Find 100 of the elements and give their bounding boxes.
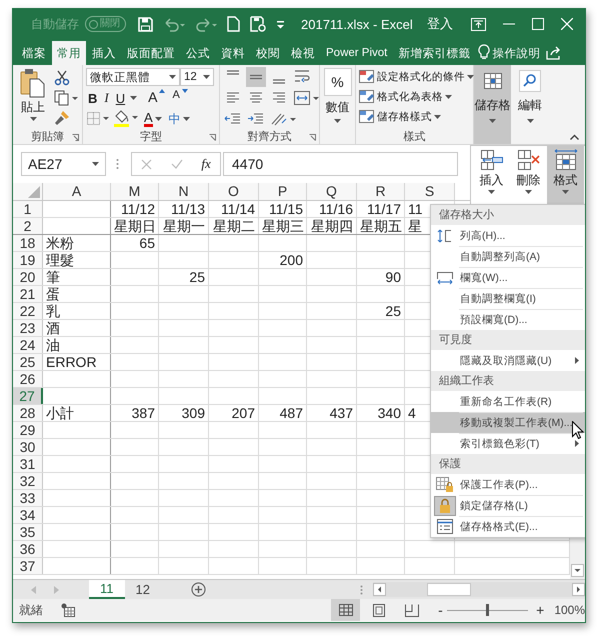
row-header[interactable]: 30 xyxy=(13,439,43,455)
styles-menu-button[interactable]: 儲存格樣式 xyxy=(359,108,470,125)
row-header[interactable]: 36 xyxy=(13,541,43,557)
styles-menu-button[interactable]: 設定格式化的條件 xyxy=(359,68,470,85)
row-header[interactable]: 28 xyxy=(13,405,43,421)
ribbon-tab[interactable]: 檢視 xyxy=(286,41,320,65)
row-header[interactable]: 20 xyxy=(13,269,43,285)
row-header[interactable]: 21 xyxy=(13,286,43,302)
zoom-out-button[interactable]: - xyxy=(438,602,443,618)
sign-in-button[interactable]: 登入 xyxy=(426,15,453,33)
grow-font-button[interactable]: A xyxy=(146,89,168,107)
menu-item[interactable]: 自動調整列高(A) xyxy=(431,246,585,267)
number-button[interactable]: 數值 xyxy=(326,99,350,123)
row-header[interactable]: 35 xyxy=(13,524,43,540)
ribbon-tab[interactable]: 資料 xyxy=(216,41,250,65)
checkmark-icon[interactable] xyxy=(170,159,183,169)
column-header[interactable]: O xyxy=(209,183,259,200)
macro-record-icon[interactable] xyxy=(61,603,75,617)
fill-color-icon[interactable] xyxy=(113,110,139,128)
lightbulb-icon[interactable] xyxy=(478,44,490,60)
shrink-font-button[interactable]: A xyxy=(170,89,190,107)
borders-icon[interactable] xyxy=(86,111,110,127)
font-size-field[interactable]: 12 xyxy=(180,68,214,86)
cells-panel-button[interactable]: 刪除 xyxy=(510,146,547,206)
sheet-tab[interactable]: 11 xyxy=(89,580,124,599)
column-header[interactable]: P xyxy=(259,183,307,200)
ribbon-tab[interactable]: 公式 xyxy=(181,41,215,65)
menu-item[interactable]: 移動或複製工作表(M)... xyxy=(431,412,585,433)
editing-button[interactable]: 編輯 xyxy=(513,65,547,144)
scroll-right-icon[interactable] xyxy=(572,583,585,596)
zoom-slider-thumb[interactable] xyxy=(486,604,490,616)
scroll-left-icon[interactable] xyxy=(372,583,386,596)
column-header[interactable]: N xyxy=(159,183,209,200)
redo-icon[interactable] xyxy=(195,16,217,32)
caret-icon[interactable] xyxy=(130,96,138,100)
ribbon-tab[interactable]: 版面配置 xyxy=(122,41,180,65)
scissors-icon[interactable] xyxy=(54,70,70,86)
row-header[interactable]: 18 xyxy=(13,235,43,251)
italic-button[interactable]: I xyxy=(102,89,111,107)
ribbon-tab[interactable]: 常用 xyxy=(52,41,86,65)
column-header[interactable]: S xyxy=(405,183,455,200)
name-box[interactable]: AE27 xyxy=(21,152,106,176)
row-header[interactable]: 31 xyxy=(13,456,43,472)
align-middle-icon[interactable] xyxy=(246,67,266,87)
row-header[interactable]: 25 xyxy=(13,354,43,370)
row-header[interactable]: 23 xyxy=(13,320,43,336)
split-handle-icon[interactable] xyxy=(360,584,363,594)
row-header[interactable]: 33 xyxy=(13,490,43,506)
styles-menu-button[interactable]: 格式化為表格 xyxy=(359,88,470,105)
maximize-icon[interactable] xyxy=(532,18,544,30)
menu-item[interactable]: 欄寬(W)... xyxy=(431,267,585,288)
add-sheet-icon[interactable] xyxy=(190,582,206,597)
column-header[interactable]: A xyxy=(43,183,111,200)
sheet-tab[interactable]: 12 xyxy=(124,580,161,599)
tell-me-button[interactable]: 操作說明 xyxy=(492,41,540,65)
paste-button[interactable]: 貼上 xyxy=(16,68,50,128)
copy-icon[interactable] xyxy=(54,90,78,106)
format-painter-icon[interactable] xyxy=(54,110,70,126)
collapse-ribbon-icon[interactable] xyxy=(570,134,579,140)
normal-view-button[interactable] xyxy=(331,599,360,621)
scroll-down-icon[interactable] xyxy=(571,564,584,577)
font-color-button[interactable]: A xyxy=(142,110,164,128)
row-header[interactable]: 22 xyxy=(13,303,43,319)
row-header[interactable]: 2 xyxy=(13,218,43,234)
menu-item[interactable]: 儲存格格式(E)... xyxy=(431,516,585,537)
menu-item[interactable]: 自動調整欄寬(I) xyxy=(431,288,585,309)
menu-item[interactable]: 鎖定儲存格(L) xyxy=(431,495,585,516)
underline-button[interactable]: U xyxy=(114,89,128,107)
row-header[interactable]: 34 xyxy=(13,507,43,523)
menu-item[interactable]: 保護工作表(P)... xyxy=(431,474,585,495)
column-header[interactable]: M xyxy=(111,183,159,200)
row-header[interactable]: 32 xyxy=(13,473,43,489)
customize-menu-icon[interactable] xyxy=(276,19,285,29)
scroll-thumb[interactable] xyxy=(426,583,471,596)
row-header[interactable]: 26 xyxy=(13,371,43,387)
formula-input[interactable]: 4470 xyxy=(223,152,458,176)
undo-icon[interactable] xyxy=(163,16,185,32)
ribbon-tab[interactable]: 新增索引標籤 xyxy=(393,41,476,65)
column-header[interactable]: R xyxy=(357,183,405,200)
dialog-launcher-icon[interactable] xyxy=(309,134,316,141)
dialog-launcher-icon[interactable] xyxy=(209,134,216,141)
row-header[interactable]: 24 xyxy=(13,337,43,353)
horizontal-scrollbar[interactable] xyxy=(372,582,585,597)
save-icon[interactable] xyxy=(138,16,153,32)
merge-center-icon[interactable] xyxy=(292,89,320,107)
bold-button[interactable]: B xyxy=(86,89,100,107)
print-preview-icon[interactable] xyxy=(250,16,266,32)
number-format-button[interactable]: % xyxy=(324,68,352,96)
ribbon-tab[interactable]: 檔案 xyxy=(17,41,51,65)
menu-item[interactable]: 預設欄寬(D)... xyxy=(431,309,585,330)
share-icon[interactable] xyxy=(546,46,562,60)
ribbon-display-icon[interactable] xyxy=(470,18,486,30)
row-header[interactable]: 27 xyxy=(13,388,43,404)
ribbon-tab[interactable]: Power Pivot xyxy=(321,41,392,65)
cells-panel-button[interactable]: 插入 xyxy=(473,146,510,206)
row-header[interactable]: 1 xyxy=(13,201,43,217)
dialog-launcher-icon[interactable] xyxy=(72,134,79,141)
resize-handle-icon[interactable] xyxy=(116,158,119,170)
font-name-field[interactable]: 微軟正黑體 xyxy=(86,68,180,86)
close-icon[interactable] xyxy=(560,18,573,30)
